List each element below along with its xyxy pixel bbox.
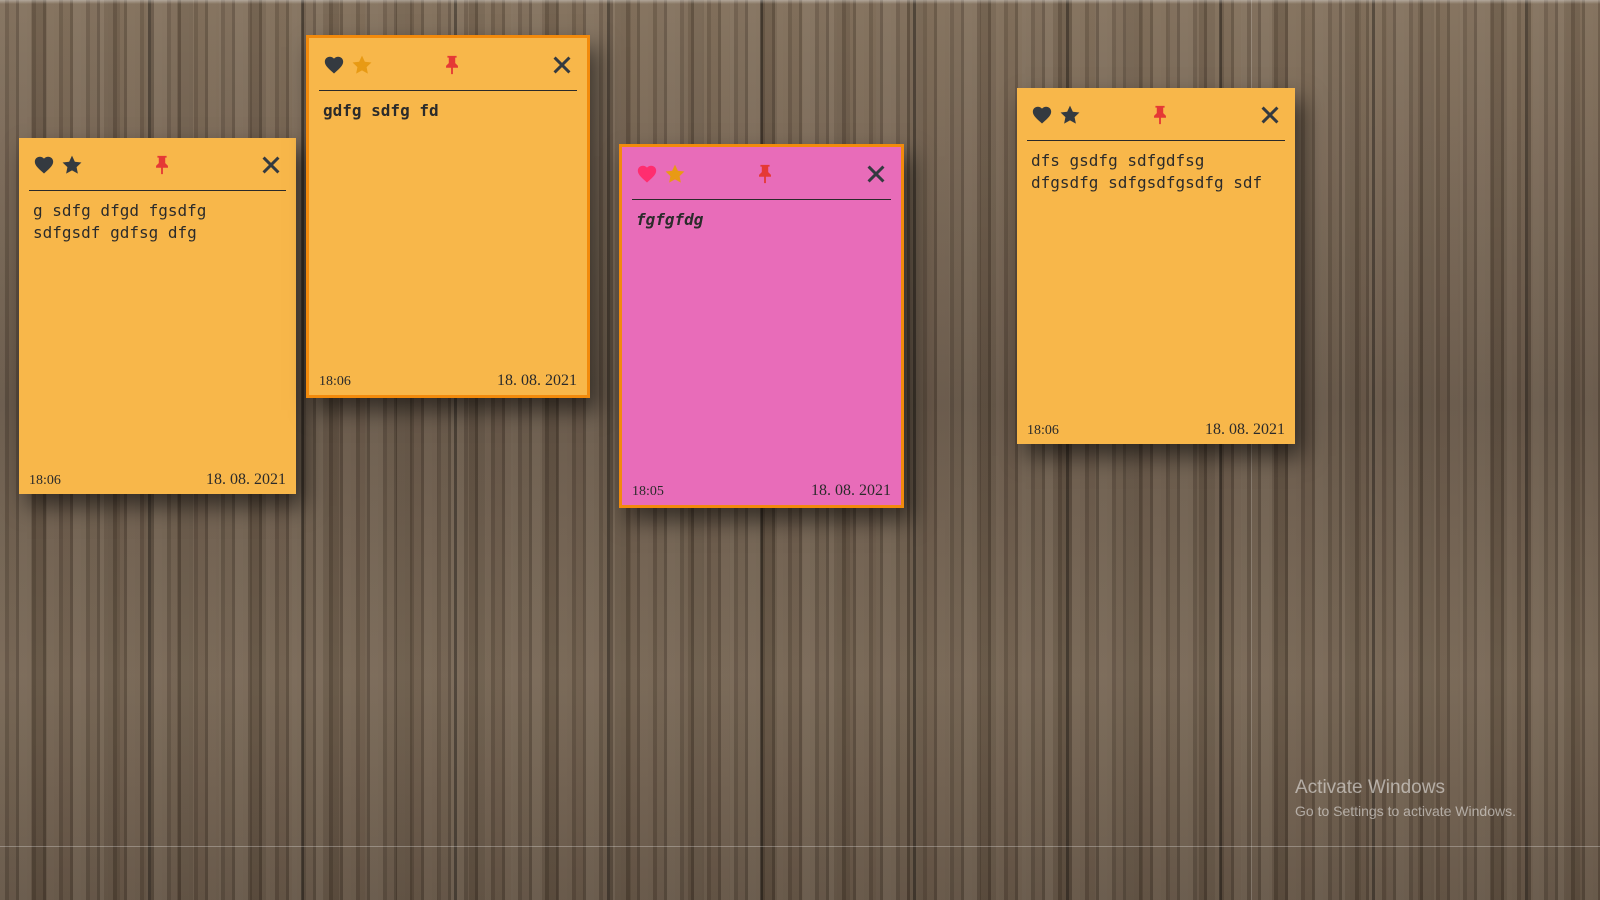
heart-icon[interactable]: [636, 163, 658, 185]
note-text[interactable]: gdfg sdfg fd: [323, 100, 575, 122]
close-icon[interactable]: [865, 163, 887, 185]
star-icon[interactable]: [1059, 104, 1081, 126]
pin-icon[interactable]: [441, 54, 463, 76]
note-date: 18. 08. 2021: [811, 482, 891, 499]
note-text[interactable]: g sdfg dfgd fgsdfg sdfgsdf gdfsg dfg: [33, 200, 284, 244]
note-text[interactable]: fgfgfdg: [636, 209, 889, 231]
note-time: 18:06: [1027, 423, 1059, 438]
pin-icon[interactable]: [151, 154, 173, 176]
star-icon[interactable]: [664, 163, 686, 185]
star-icon[interactable]: [61, 154, 83, 176]
note-time: 18:06: [29, 473, 61, 488]
note-date: 18. 08. 2021: [1205, 421, 1285, 438]
desk-top-edge: [0, 0, 1600, 4]
watermark-title: Activate Windows: [1295, 777, 1445, 798]
star-icon[interactable]: [351, 54, 373, 76]
note-date: 18. 08. 2021: [497, 372, 577, 389]
pin-icon[interactable]: [1149, 104, 1171, 126]
note-time: 18:05: [632, 484, 664, 499]
close-icon[interactable]: [260, 154, 282, 176]
pin-icon[interactable]: [754, 163, 776, 185]
note-text[interactable]: dfs gsdfg sdfgdfsg dfgsdfg sdfgsdfgsdfg …: [1031, 150, 1283, 194]
desk-seam-horizontal: [0, 846, 1600, 847]
note-toolbar: [632, 147, 891, 200]
note-toolbar: [319, 38, 577, 91]
sticky-note-pink[interactable]: fgfgfdg 18:05 18. 08. 2021: [619, 144, 904, 508]
note-time: 18:06: [319, 374, 351, 389]
heart-icon[interactable]: [33, 154, 55, 176]
activation-watermark: Activate Windows Go to Settings to activ…: [1295, 777, 1516, 819]
heart-icon[interactable]: [1031, 104, 1053, 126]
watermark-subtitle: Go to Settings to activate Windows.: [1295, 803, 1516, 819]
sticky-note[interactable]: g sdfg dfgd fgsdfg sdfgsdf gdfsg dfg 18:…: [19, 138, 296, 494]
sticky-note[interactable]: dfs gsdfg sdfgdfsg dfgsdfg sdfgsdfgsdfg …: [1017, 88, 1295, 444]
close-icon[interactable]: [1259, 104, 1281, 126]
heart-icon[interactable]: [323, 54, 345, 76]
note-toolbar: [1027, 88, 1285, 141]
note-date: 18. 08. 2021: [206, 471, 286, 488]
close-icon[interactable]: [551, 54, 573, 76]
note-toolbar: [29, 138, 286, 191]
sticky-note-selected[interactable]: gdfg sdfg fd 18:06 18. 08. 2021: [306, 35, 590, 398]
